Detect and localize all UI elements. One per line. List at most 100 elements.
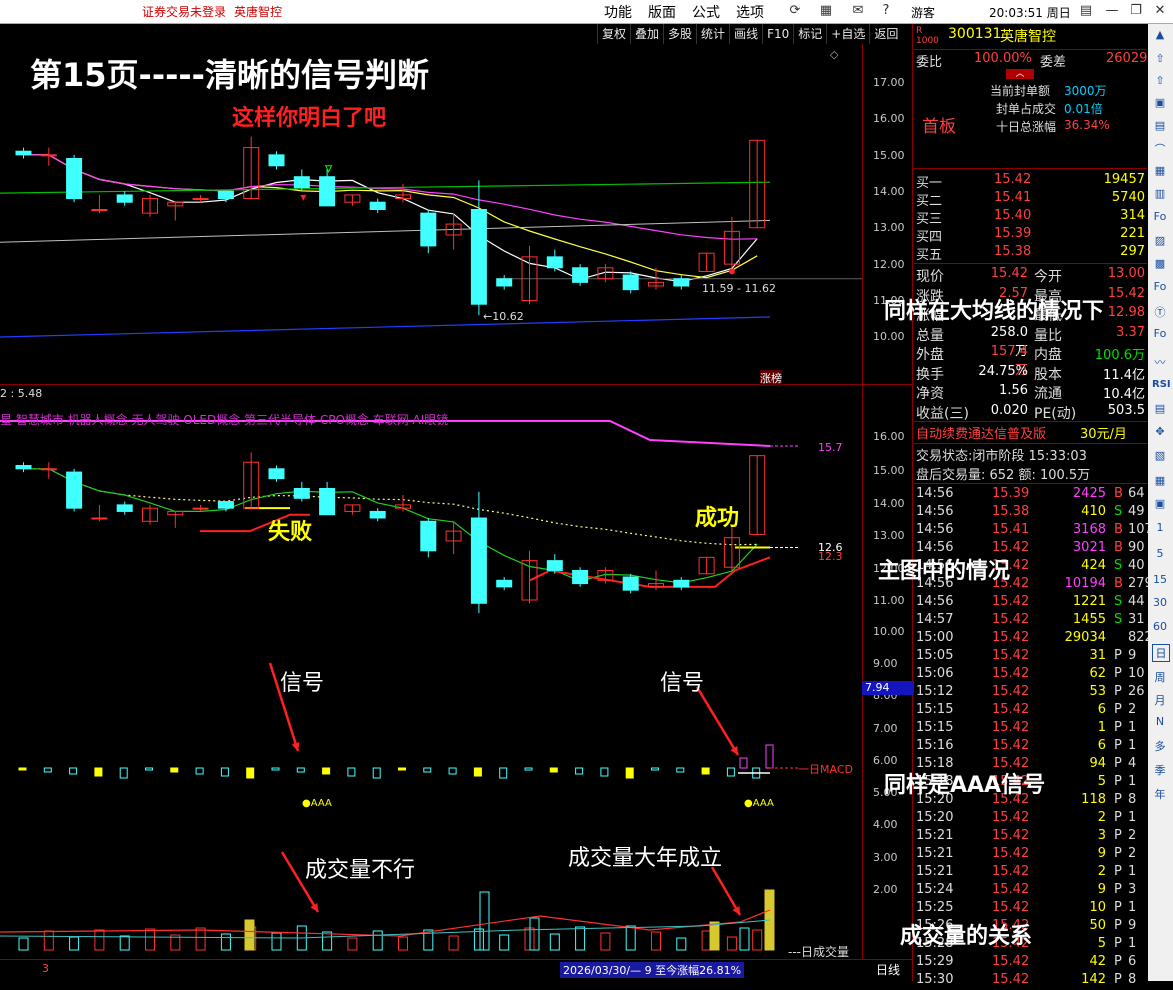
tick-price: 15.42	[992, 846, 1030, 861]
tick-row: 15:24 15.42 9 P 3	[914, 882, 1147, 900]
up-icon[interactable]: ▲	[1152, 28, 1168, 41]
tick-row: 15:16 15.42 6 P 1	[914, 738, 1147, 756]
tool-multi-stock[interactable]: 多股	[663, 24, 696, 44]
collapse-icon[interactable]: ︿	[1006, 69, 1034, 79]
tool-back[interactable]: 返回	[869, 24, 902, 44]
tick-direction: P	[1114, 810, 1122, 825]
tool-icon[interactable]: ▥	[1152, 187, 1168, 200]
tool-icon[interactable]: ▣	[1152, 497, 1168, 510]
tick-volume: 118	[1081, 792, 1106, 807]
tool-icon[interactable]: Fo	[1152, 210, 1168, 223]
tick-direction: S	[1114, 594, 1123, 609]
bid-row[interactable]: 买四 15.39 221	[914, 226, 1147, 245]
refresh-icon[interactable]: ⟳	[787, 3, 803, 19]
bid-row[interactable]: 买五 15.38 297	[914, 244, 1147, 263]
wave-icon[interactable]: 〰	[1152, 354, 1168, 370]
calculator-icon[interactable]: ▦	[818, 3, 834, 19]
promo-row[interactable]: 自动续费通达信普及版 30元/月	[914, 423, 1147, 442]
tool-icon[interactable]: Fo	[1152, 280, 1168, 293]
period-5min[interactable]: 5	[1152, 547, 1168, 560]
tool-overlay[interactable]: 叠加	[630, 24, 663, 44]
price-axis-divider	[862, 44, 863, 959]
window-list-icon[interactable]: ▤	[1078, 3, 1094, 19]
sub-candle	[470, 517, 487, 604]
stock-name[interactable]: 英唐智控	[1000, 26, 1056, 46]
tool-icon[interactable]: ▩	[1152, 257, 1168, 270]
top-list-tag[interactable]: 涨榜	[760, 370, 782, 386]
mail-icon[interactable]: ✉	[850, 3, 866, 19]
rsi-icon[interactable]: RSI	[1152, 379, 1171, 390]
period-n[interactable]: N	[1152, 715, 1168, 728]
volume-bar	[726, 936, 737, 951]
move-icon[interactable]: ✥	[1152, 425, 1168, 438]
tool-icon[interactable]: ⇧	[1152, 74, 1168, 87]
concept-tags[interactable]: 星 智慧城市 机器人概念 无人驾驶 OLED概念 第三代半导体 CPO概念 车联…	[0, 411, 860, 428]
volume-bar	[549, 933, 560, 951]
promo-text[interactable]: 自动续费通达信普及版	[916, 423, 1046, 442]
close-icon[interactable]: ✕	[1152, 3, 1168, 19]
stock-header: R 1000 300131 英唐智控	[914, 26, 1147, 48]
volume-bar	[18, 937, 29, 951]
menu-layout[interactable]: 版面	[648, 2, 676, 22]
menu-function[interactable]: 功能	[604, 2, 632, 22]
menu-options[interactable]: 选项	[736, 2, 764, 22]
minimize-icon[interactable]: —	[1104, 3, 1120, 19]
tool-icon[interactable]: ▣	[1152, 96, 1168, 109]
tool-icon[interactable]: ▤	[1152, 402, 1168, 415]
period-60min[interactable]: 60	[1152, 620, 1168, 633]
period-month[interactable]: 月	[1152, 692, 1168, 708]
macd-bar	[549, 767, 558, 773]
tool-draw-line[interactable]: 画线	[729, 24, 762, 44]
menu-formula[interactable]: 公式	[692, 2, 720, 22]
period-quarter[interactable]: 季	[1152, 762, 1168, 778]
bid-row[interactable]: 买二 15.41 5740	[914, 190, 1147, 209]
tool-statistics[interactable]: 统计	[696, 24, 729, 44]
period-15min[interactable]: 15	[1152, 573, 1168, 586]
tool-icon[interactable]: Fo	[1152, 327, 1168, 340]
macd-bar	[398, 767, 406, 771]
ma250-line	[0, 316, 771, 338]
tool-mark[interactable]: 标记	[793, 24, 826, 44]
tick-price: 15.42	[992, 810, 1030, 825]
tick-direction: B	[1114, 540, 1123, 555]
bid-row[interactable]: 买一 15.42 19457	[914, 172, 1147, 191]
tool-icon[interactable]: ▦	[1152, 474, 1168, 487]
tool-icon[interactable]: ▦	[1152, 164, 1168, 177]
tool-icon[interactable]: ⇧	[1152, 52, 1168, 65]
y-tick: 6.00	[873, 754, 898, 767]
info-value: 36.34%	[1064, 118, 1110, 132]
tool-restore-rights[interactable]: 复权	[597, 24, 630, 44]
period-30min[interactable]: 30	[1152, 596, 1168, 609]
period-year[interactable]: 年	[1152, 786, 1168, 802]
tool-add-watchlist[interactable]: +自选	[826, 24, 869, 44]
tick-direction: P	[1114, 738, 1122, 753]
period-1min[interactable]: 1	[1152, 521, 1168, 534]
tool-icon[interactable]: ▧	[1152, 449, 1168, 462]
tick-volume: 1	[1097, 720, 1106, 735]
tick-direction: P	[1114, 972, 1122, 987]
sub-indicator-chart[interactable]	[0, 385, 862, 959]
stock-code[interactable]: 300131	[948, 26, 1001, 42]
tool-icon[interactable]: ▤	[1152, 119, 1168, 132]
tool-icon[interactable]: Ⓣ	[1152, 304, 1168, 320]
bid-volume: 297	[1120, 244, 1145, 259]
line-chart-icon[interactable]: ⌒	[1152, 141, 1168, 157]
period-day[interactable]: 日	[1152, 644, 1170, 662]
volume-bar-large	[479, 891, 490, 951]
tool-icon[interactable]: ▨	[1152, 234, 1168, 247]
login-warning[interactable]: 证券交易未登录	[142, 3, 226, 20]
range-gain-text[interactable]: 2026/03/30/— 9 至今涨幅26.81%	[560, 962, 745, 978]
restore-icon[interactable]: ❐	[1128, 3, 1144, 19]
tick-count: 6	[1128, 954, 1137, 969]
promo-price[interactable]: 30元/月	[1080, 423, 1127, 442]
period-label[interactable]: 日线	[876, 961, 900, 978]
user-label[interactable]: 游客	[911, 4, 935, 21]
tick-price: 15.38	[992, 504, 1030, 519]
bid-row[interactable]: 买三 15.40 314	[914, 208, 1147, 227]
period-week[interactable]: 周	[1152, 669, 1168, 685]
period-multi[interactable]: 多	[1152, 738, 1168, 754]
tool-f10[interactable]: F10	[762, 24, 793, 44]
bid-volume: 314	[1120, 208, 1145, 223]
diamond-icon[interactable]: ◇	[830, 48, 838, 61]
help-icon[interactable]: ?	[878, 3, 894, 19]
